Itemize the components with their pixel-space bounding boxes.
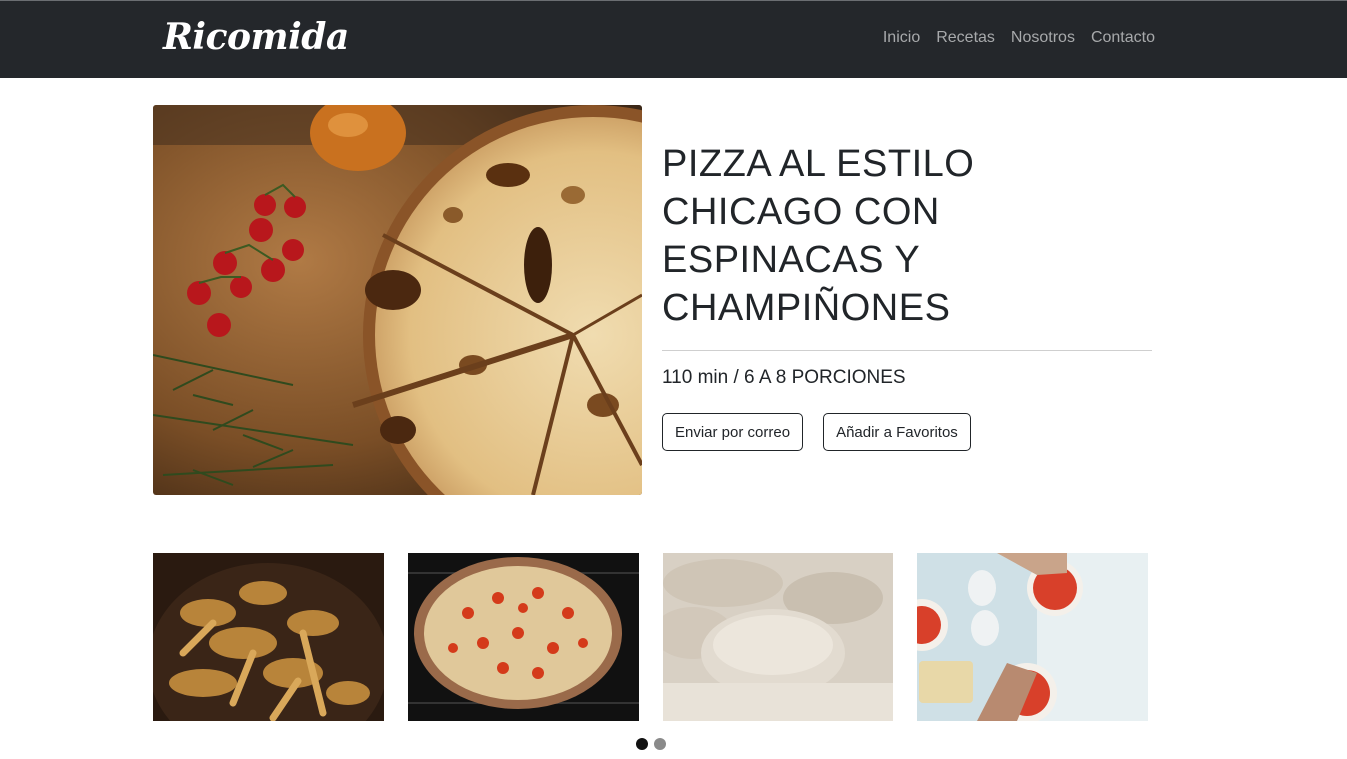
gallery-image-pizza[interactable]: [408, 553, 639, 721]
add-favorites-button[interactable]: Añadir a Favoritos: [823, 413, 971, 451]
nav-link-recetas[interactable]: Recetas: [936, 29, 995, 47]
carousel-indicators: [636, 738, 666, 750]
send-email-button[interactable]: Enviar por correo: [662, 413, 804, 451]
recipe-title: PIZZA AL ESTILO CHICAGO CON ESPINACAS Y …: [662, 143, 975, 329]
nav-link-nosotros[interactable]: Nosotros: [1011, 29, 1075, 47]
recipe-info: PIZZA AL ESTILO CHICAGO CON ESPINACAS Y …: [662, 140, 1152, 451]
gallery-image-pizza-making[interactable]: [917, 553, 1148, 721]
navbar: Ricomida Inicio Recetas Nosotros Contact…: [0, 0, 1347, 78]
recipe-meta: 110 min / 6 A 8 PORCIONES: [662, 367, 906, 388]
mushrooms-photo-icon: [153, 553, 384, 721]
nav-link-inicio[interactable]: Inicio: [883, 29, 920, 47]
nav-link-contacto[interactable]: Contacto: [1091, 29, 1155, 47]
gallery-image-mushrooms[interactable]: [153, 553, 384, 721]
nav-menu: Inicio Recetas Nosotros Contacto: [883, 29, 1155, 47]
pizza-making-photo-icon: [917, 553, 1148, 721]
divider: [662, 350, 1152, 351]
carousel-dot-2[interactable]: [654, 738, 666, 750]
dough-photo-icon: [663, 553, 893, 721]
brand-logo[interactable]: Ricomida: [163, 16, 349, 58]
recipe-hero-image: [153, 105, 642, 495]
pizza-photo-icon: [153, 105, 642, 495]
gallery-image-dough[interactable]: [663, 553, 893, 721]
pizza-photo-icon: [408, 553, 639, 721]
recipe-actions: Enviar por correo Añadir a Favoritos: [662, 413, 1152, 451]
carousel-dot-1[interactable]: [636, 738, 648, 750]
